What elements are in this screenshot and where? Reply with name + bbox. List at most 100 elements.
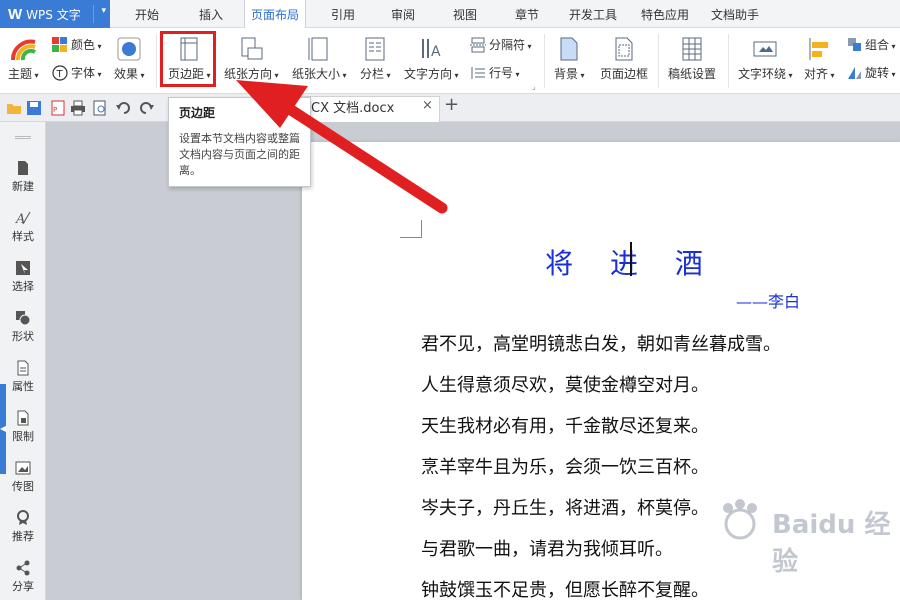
save-icon[interactable]: [26, 100, 42, 116]
recommend-badge-icon: [17, 510, 29, 525]
margins-highlight-box: [160, 31, 216, 87]
sidebar-item-shapes[interactable]: 形状: [0, 310, 46, 344]
tab-references[interactable]: 引用: [318, 0, 368, 28]
poem-line[interactable]: 与君歌一曲，请君为我倾耳听。: [421, 535, 673, 561]
export-pdf-icon[interactable]: P: [50, 100, 66, 116]
theme-button[interactable]: 主题: [8, 36, 39, 82]
tab-start[interactable]: 开始: [122, 0, 172, 28]
columns-label: 分栏: [360, 65, 391, 82]
sidebar-item-send-image[interactable]: 传图: [0, 460, 46, 494]
close-icon[interactable]: ×: [422, 98, 433, 113]
columns-button[interactable]: 分栏: [360, 36, 391, 82]
print-preview-icon[interactable]: [92, 100, 108, 116]
document-tab[interactable]: CX 文档.docx: [300, 96, 440, 122]
poem-line[interactable]: 人生得意须尽欢，莫使金樽空对月。: [421, 371, 709, 397]
svg-text:A: A: [15, 212, 25, 226]
svg-text:P: P: [53, 106, 57, 114]
restrict-document-icon: [17, 410, 29, 426]
sidebar-item-select[interactable]: 选择: [0, 260, 46, 294]
effect-button[interactable]: 效果: [114, 36, 145, 82]
sidebar-item-recommend[interactable]: 推荐: [0, 510, 46, 544]
rotate-icon: [848, 66, 861, 79]
sidebar-item-label: 新建: [12, 180, 34, 193]
poem-author[interactable]: ——李白: [736, 288, 800, 312]
sidebar-item-new[interactable]: 新建: [0, 160, 46, 194]
page-border-icon: [615, 37, 633, 61]
color-button[interactable]: 颜色: [52, 36, 102, 53]
tab-view[interactable]: 视图: [440, 0, 490, 28]
tab-doc-assistant[interactable]: 文档助手: [704, 0, 766, 28]
svg-text:A: A: [431, 44, 441, 60]
sidebar-item-share[interactable]: 分享: [0, 560, 46, 594]
sidebar-item-styles[interactable]: A 样式: [0, 210, 46, 244]
background-label: 背景: [554, 65, 585, 82]
print-icon[interactable]: [70, 100, 86, 116]
sidebar-item-label: 形状: [12, 330, 34, 343]
page-border-button[interactable]: 页面边框: [600, 36, 648, 82]
tooltip-title: 页边距: [179, 106, 216, 120]
sidebar-item-label: 属性: [12, 380, 34, 393]
manuscript-settings-button[interactable]: 稿纸设置: [668, 36, 716, 82]
text-direction-icon: A: [422, 39, 441, 60]
tab-developer[interactable]: 开发工具: [562, 0, 624, 28]
orientation-label: 纸张方向: [224, 65, 279, 82]
divider: [93, 5, 94, 23]
sidebar-item-restrict[interactable]: 限制: [0, 410, 46, 444]
effect-icon: [117, 37, 141, 61]
group-button[interactable]: 组合: [848, 36, 896, 53]
poem-line[interactable]: 天生我材必有用，千金散尽还复来。: [421, 412, 709, 438]
tab-special[interactable]: 特色应用: [634, 0, 696, 28]
redo-icon[interactable]: [138, 100, 154, 116]
sidebar-grip[interactable]: [15, 136, 31, 139]
color-label: 颜色: [71, 36, 102, 53]
columns-icon: [365, 37, 385, 61]
sidebar-item-label: 选择: [12, 280, 34, 293]
sidebar-collapse-handle[interactable]: ◀: [0, 384, 6, 474]
paper-size-icon: [308, 37, 328, 61]
menu-bar: W WPS 文字 ▾ 开始 插入 页面布局 引用 审阅 视图 章节 开发工具 特…: [0, 0, 900, 29]
divider: [728, 34, 729, 88]
poem-line[interactable]: 钟鼓馔玉不足贵，但愿长醉不复醒。: [421, 576, 709, 600]
tooltip-body: 设置本节文档内容或整篇文档内容与页面之间的距离。: [179, 132, 300, 177]
text-direction-button[interactable]: A 文字方向: [404, 36, 459, 82]
text-direction-label: 文字方向: [404, 65, 459, 82]
breaks-button[interactable]: 分隔符: [470, 36, 532, 53]
font-button[interactable]: T 字体: [52, 64, 102, 81]
chevron-down-icon[interactable]: ▾: [101, 6, 106, 16]
app-menu-button[interactable]: W WPS 文字 ▾: [0, 0, 110, 28]
paper-size-label: 纸张大小: [292, 65, 347, 82]
manuscript-grid-icon: [682, 37, 702, 61]
margin-corner-mark: [400, 220, 422, 238]
text-wrap-button[interactable]: 文字环绕: [738, 36, 793, 82]
rotate-button[interactable]: 旋转: [848, 64, 896, 81]
align-button[interactable]: 对齐: [804, 36, 835, 82]
manuscript-settings-label: 稿纸设置: [668, 67, 717, 81]
font-label: 字体: [71, 64, 102, 81]
dialog-launcher-icon[interactable]: ⌟: [532, 82, 536, 91]
page-orientation-icon: [241, 37, 263, 60]
poem-line[interactable]: 烹羊宰牛且为乐，会须一饮三百杯。: [421, 453, 709, 479]
color-palette-icon: [52, 36, 67, 52]
poem-line[interactable]: 君不见，高堂明镜悲白发，朝如青丝暮成雪。: [421, 330, 781, 356]
align-icon: [809, 38, 829, 60]
sidebar-item-properties[interactable]: 属性: [0, 360, 46, 394]
orientation-button[interactable]: 纸张方向: [224, 36, 279, 82]
tab-chapter[interactable]: 章节: [502, 0, 552, 28]
properties-icon: [17, 360, 29, 376]
page-background-icon: [560, 37, 578, 61]
tab-insert[interactable]: 插入: [186, 0, 236, 28]
paper-size-button[interactable]: 纸张大小: [292, 36, 347, 82]
poem-title[interactable]: 将 进 酒: [302, 242, 900, 282]
poem-line[interactable]: 岑夫子，丹丘生，将进酒，杯莫停。: [421, 494, 709, 520]
undo-icon[interactable]: [116, 100, 132, 116]
tab-page-layout[interactable]: 页面布局: [244, 0, 306, 29]
line-numbers-label: 行号: [489, 64, 520, 81]
watermark-text: Baidu 经验: [772, 510, 891, 577]
line-numbers-button[interactable]: 行号: [470, 64, 520, 81]
line-numbers-icon: [471, 66, 485, 79]
tab-review[interactable]: 审阅: [378, 0, 428, 28]
sidebar-item-label: 分享: [12, 580, 34, 593]
new-tab-button[interactable]: +: [444, 94, 459, 115]
background-button[interactable]: 背景: [554, 36, 585, 82]
open-folder-icon[interactable]: [6, 100, 22, 116]
